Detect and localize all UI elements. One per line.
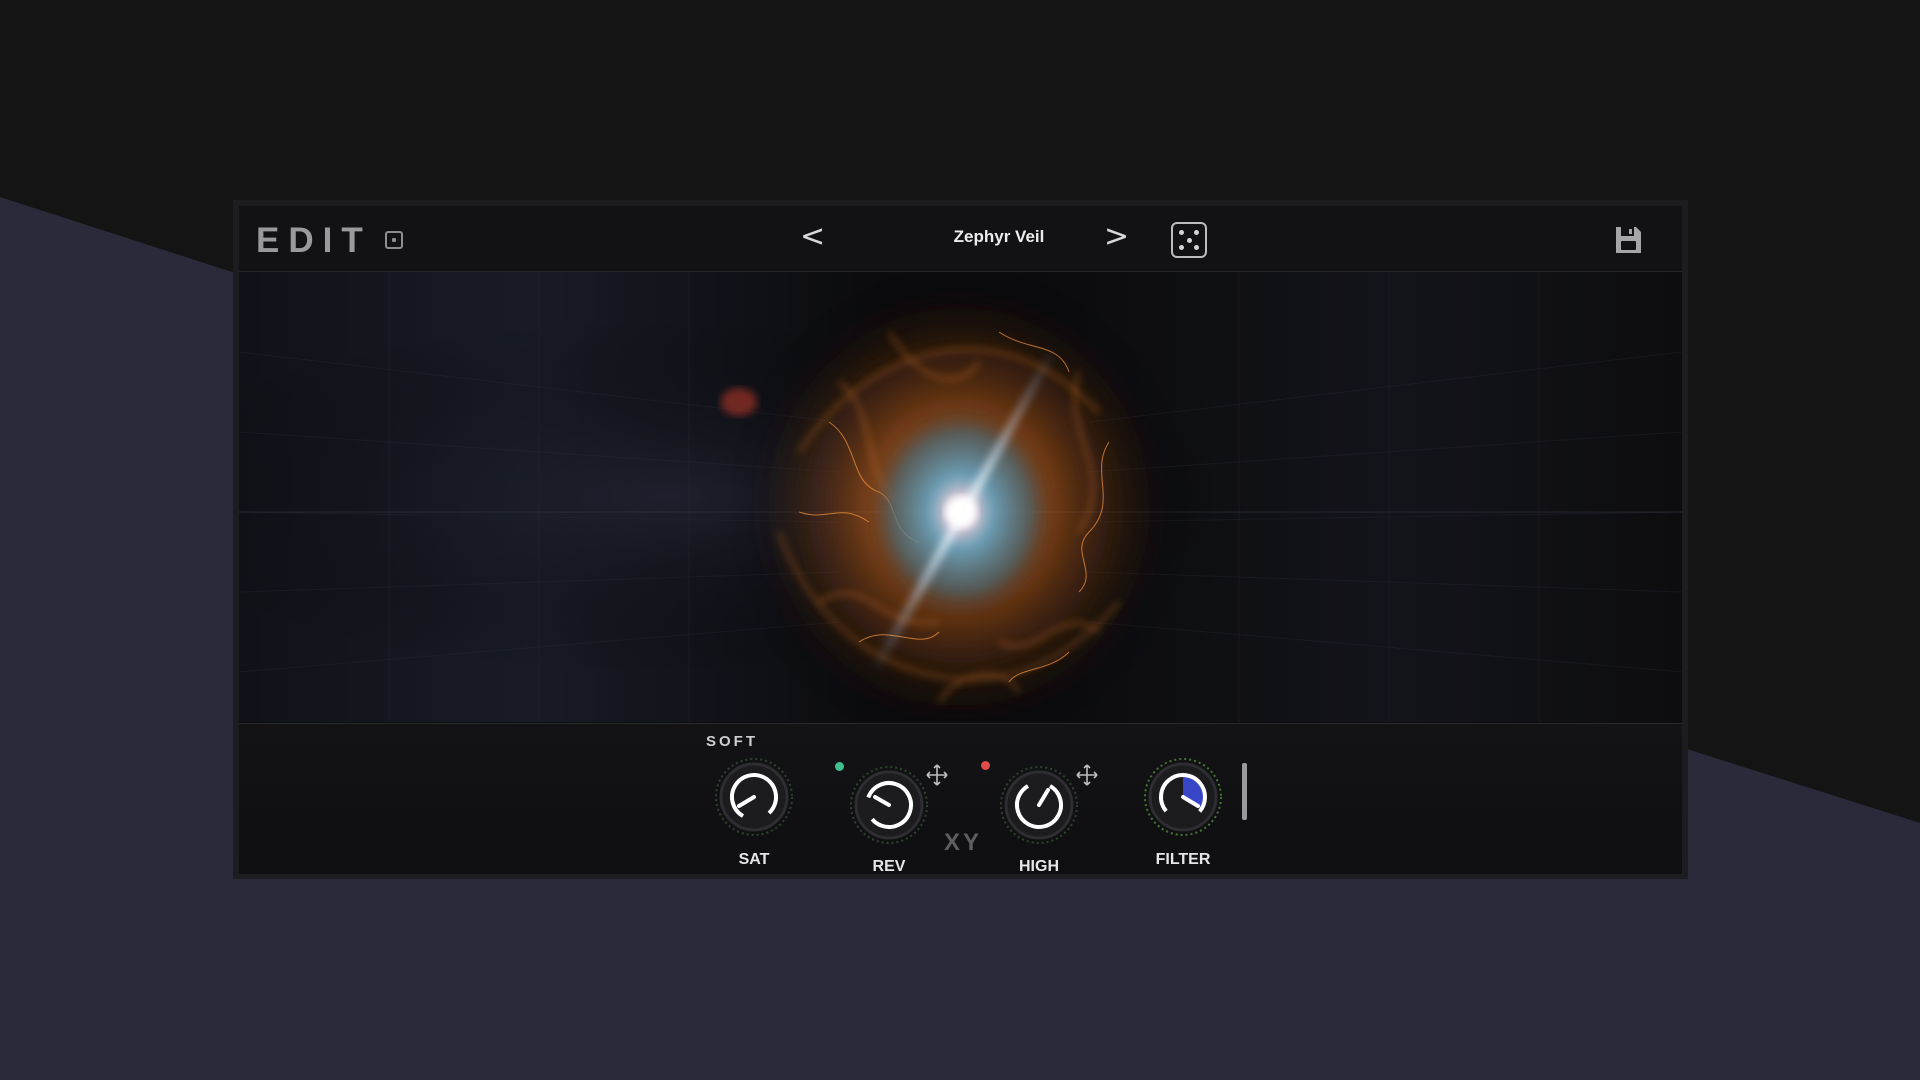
dice-pip	[1194, 230, 1199, 235]
dice-pip	[1194, 245, 1199, 250]
save-icon[interactable]	[1612, 224, 1644, 256]
filter-knob[interactable]	[1143, 757, 1223, 837]
top-bar: EDIT < Zephyr Veil >	[239, 206, 1682, 272]
saturation-mode-label[interactable]: SOFT	[706, 733, 758, 750]
dice-icon[interactable]	[1171, 222, 1207, 258]
high-label: HIGH	[1019, 858, 1059, 875]
rev-status-dot	[835, 762, 844, 771]
high-status-dot	[981, 761, 990, 770]
nebula-artwork	[239, 272, 1682, 722]
plugin-window: EDIT < Zephyr Veil > SOFT SAT REV XY HIG…	[233, 200, 1688, 879]
sat-knob[interactable]	[714, 757, 794, 837]
rev-knob[interactable]	[849, 765, 929, 845]
output-fader[interactable]	[1242, 763, 1247, 820]
dice-pip	[1186, 237, 1192, 243]
high-move-icon[interactable]	[1075, 763, 1099, 787]
high-knob[interactable]	[999, 765, 1079, 845]
xy-label[interactable]: XY	[944, 829, 982, 857]
dice-pip	[1179, 230, 1184, 235]
nebula-visualizer[interactable]	[239, 272, 1682, 722]
next-preset-button[interactable]: >	[1104, 220, 1129, 254]
rev-label: REV	[872, 858, 906, 875]
edit-title[interactable]: EDIT	[256, 221, 372, 261]
controls-panel: SOFT SAT REV XY HIGH FILTER	[239, 723, 1682, 875]
dice-pip	[1179, 245, 1184, 250]
filter-label: FILTER	[1155, 851, 1211, 868]
edit-toggle-icon[interactable]	[385, 231, 403, 249]
prev-preset-button[interactable]: <	[800, 220, 825, 254]
rev-move-icon[interactable]	[925, 763, 949, 787]
sat-label: SAT	[738, 851, 770, 868]
preset-name[interactable]: Zephyr Veil	[899, 226, 1099, 248]
